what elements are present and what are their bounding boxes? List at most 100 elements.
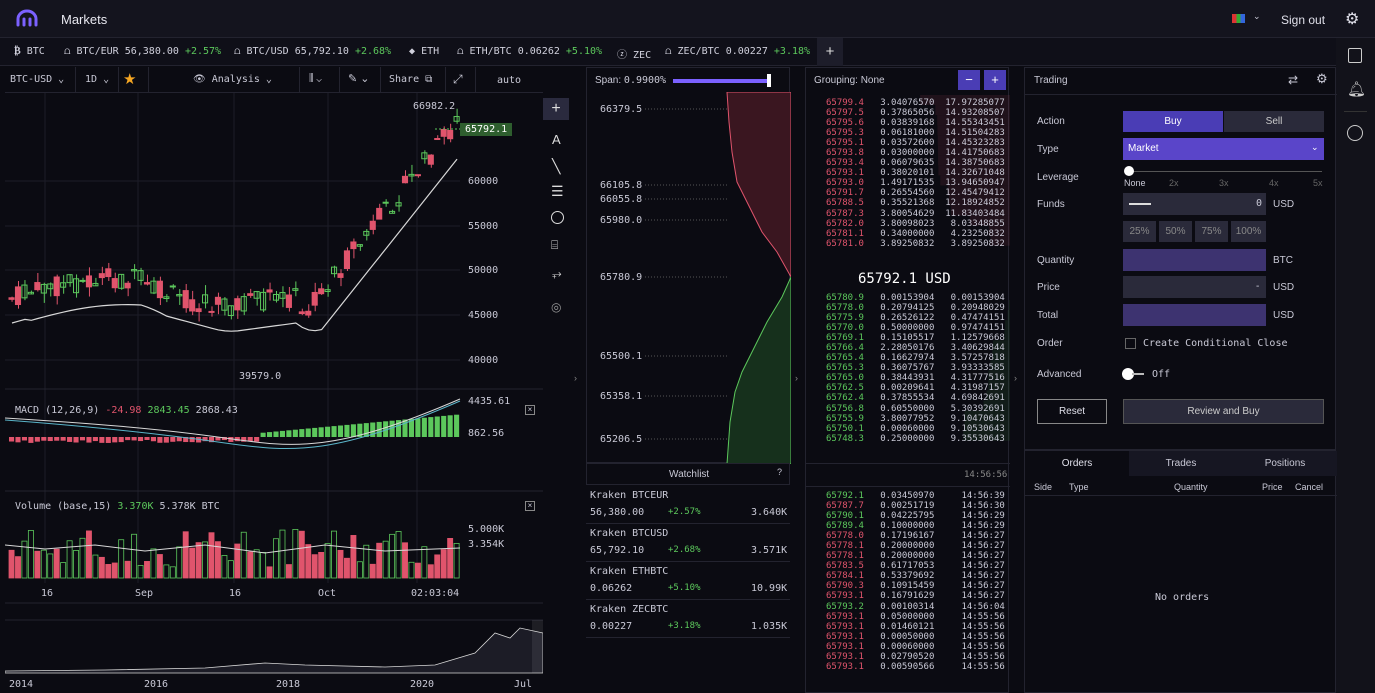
swap-icon[interactable]: ⇄ <box>1288 73 1298 87</box>
flag-icon[interactable] <box>1232 14 1245 23</box>
book-row[interactable]: 65795.3 0.06181000 14.51504283 <box>826 128 1005 138</box>
span-slider[interactable] <box>673 79 769 83</box>
auto-button[interactable]: auto <box>497 75 521 86</box>
book-row[interactable]: 65787.7 0.00251719 14:56:30 <box>826 501 1005 511</box>
decrease-grouping-button[interactable]: − <box>958 70 980 90</box>
pencil-icon[interactable]: ✎ ⌄ <box>348 72 370 85</box>
collapse-arrow-icon[interactable]: › <box>574 373 577 383</box>
book-row[interactable]: 65791.7 0.26554560 12.45479412 <box>826 188 1005 198</box>
watchlist-item[interactable]: Kraken BTCUSD 65,792.10 +2.68% 3.571K <box>586 524 790 562</box>
funds-slider-bar[interactable] <box>1129 203 1151 205</box>
chart-type-icon[interactable]: ⫼ ⌄ <box>309 73 322 84</box>
analysis-button[interactable]: 👁︎ Analysis ⌄ <box>193 74 272 85</box>
magnet-tool-icon[interactable]: ⥅ <box>552 266 562 281</box>
book-row[interactable]: 65784.1 0.53379692 14:56:27 <box>826 571 1005 581</box>
tab-orders[interactable]: Orders <box>1025 451 1129 476</box>
conditional-checkbox[interactable] <box>1125 338 1136 349</box>
book-row[interactable]: 65762.4 0.37855534 4.69842691 <box>826 393 1005 403</box>
book-row[interactable]: 65797.5 0.37865056 14.93208507 <box>826 108 1005 118</box>
ticker-btc-usd[interactable]: ⩍ BTC/USD 65,792.10 +2.68% <box>234 46 391 57</box>
total-field[interactable] <box>1123 304 1266 326</box>
price-chart[interactable] <box>5 93 543 693</box>
news-icon[interactable] <box>1348 48 1362 63</box>
book-row[interactable]: 65799.4 3.04076570 17.97285077 <box>826 98 1005 108</box>
tab-positions[interactable]: Positions <box>1233 451 1337 476</box>
ticker-zec-btc[interactable]: ⩍ ZEC/BTC 0.00227 +3.18% <box>665 46 810 57</box>
book-row[interactable]: 65748.3 0.25000000 9.35530643 <box>826 434 1005 444</box>
funds-field[interactable]: 0 <box>1123 193 1266 215</box>
book-row[interactable]: 65766.4 2.28050176 3.40629844 <box>826 343 1005 353</box>
book-row[interactable]: 65793.4 0.06079635 14.38750683 <box>826 158 1005 168</box>
compass-icon[interactable] <box>1347 125 1363 141</box>
chevron-down-icon[interactable]: ⌄ <box>1253 11 1261 22</box>
watchlist-item[interactable]: Kraken ETHBTC 0.06262 +5.10% 10.99K <box>586 562 790 600</box>
ticker-eth-btc[interactable]: ⩍ ETH/BTC 0.06262 +5.10% <box>457 46 602 57</box>
book-row[interactable]: 65762.5 0.00209641 4.31987157 <box>826 383 1005 393</box>
ticker-btc-eur[interactable]: ⩍ BTC/EUR 56,380.00 +2.57% <box>64 46 221 57</box>
visibility-icon[interactable]: ◎ <box>551 300 561 314</box>
watchlist-item[interactable]: Kraken ZECBTC 0.00227 +3.18% 1.035K <box>586 600 790 638</box>
book-row[interactable]: 65793.1 0.00590566 14:55:56 <box>826 662 1005 672</box>
book-row[interactable]: 65765.4 0.16627974 3.57257818 <box>826 353 1005 363</box>
ticker-btc[interactable]: ₿ BTC <box>14 46 45 57</box>
book-row[interactable]: 65793.1 0.00060000 14:55:56 <box>826 642 1005 652</box>
circle-tool-icon[interactable] <box>551 211 564 224</box>
book-row[interactable]: 65778.1 0.20000000 14:56:27 <box>826 551 1005 561</box>
line-tool-icon[interactable]: ╲ <box>552 158 560 175</box>
book-row[interactable]: 65795.6 0.03839168 14.55343451 <box>826 118 1005 128</box>
book-row[interactable]: 65792.1 0.03450970 14:56:39 <box>826 491 1005 501</box>
book-row[interactable]: 65790.3 0.10915459 14:56:27 <box>826 581 1005 591</box>
watchlist-item[interactable]: Kraken BTCEUR 56,380.00 +2.57% 3.640K <box>586 486 790 524</box>
type-select[interactable]: Market ⌄ <box>1123 138 1324 160</box>
span-slider-handle[interactable] <box>767 74 771 87</box>
book-row[interactable]: 65775.9 0.26526122 0.47474151 <box>826 313 1005 323</box>
book-row[interactable]: 65793.0 1.49171535 13.94650947 <box>826 178 1005 188</box>
book-row[interactable]: 65793.8 0.03000000 14.41750683 <box>826 148 1005 158</box>
crosshair-tool-icon[interactable]: + <box>543 98 569 120</box>
book-row[interactable]: 65756.8 0.60550000 5.30392691 <box>826 404 1005 414</box>
book-row[interactable]: 65782.0 3.80098023 8.03348855 <box>826 219 1005 229</box>
add-ticker-button[interactable]: + <box>817 38 843 66</box>
bell-icon[interactable]: 🔔︎ <box>1347 80 1366 98</box>
book-row[interactable]: 65750.1 0.00060000 9.10530643 <box>826 424 1005 434</box>
book-row[interactable]: 65793.1 0.01460121 14:55:56 <box>826 622 1005 632</box>
overview-window[interactable] <box>532 620 543 673</box>
text-tool-icon[interactable]: A <box>552 132 561 147</box>
book-row[interactable]: 65783.5 0.61717053 14:56:27 <box>826 561 1005 571</box>
leverage-handle[interactable] <box>1124 166 1134 176</box>
book-row[interactable]: 65778.0 0.20794125 0.20948029 <box>826 303 1005 313</box>
buy-button[interactable]: Buy <box>1123 111 1223 132</box>
depth-chart[interactable] <box>587 92 791 464</box>
book-row[interactable]: 65795.1 0.03572600 14.45323283 <box>826 138 1005 148</box>
book-row[interactable]: 65769.1 0.15105517 1.12579668 <box>826 333 1005 343</box>
advanced-toggle[interactable] <box>1122 368 1146 380</box>
interval-select[interactable]: 1D ⌄ <box>85 74 109 85</box>
book-row[interactable]: 65770.0 0.50000000 0.97474151 <box>826 323 1005 333</box>
book-row[interactable]: 65793.2 0.00100314 14:56:04 <box>826 602 1005 612</box>
help-icon[interactable]: ? <box>777 467 782 477</box>
share-button[interactable]: Share ⧉ <box>389 74 432 85</box>
price-field[interactable]: - <box>1123 276 1266 298</box>
fib-tool-icon[interactable]: ☰ <box>551 183 564 200</box>
pct-100-button[interactable]: 100% <box>1231 221 1266 242</box>
collapse-arrow-icon[interactable]: › <box>795 373 798 383</box>
review-and-buy-button[interactable]: Review and Buy <box>1123 399 1324 424</box>
book-row[interactable]: 65778.1 0.20000000 14:56:27 <box>826 541 1005 551</box>
expand-icon[interactable]: ⤢ <box>453 72 463 87</box>
pct-25-button[interactable]: 25% <box>1123 221 1156 242</box>
ticker-eth[interactable]: ◆ ETH <box>409 46 439 57</box>
book-row[interactable]: 65781.1 0.34000000 4.23250832 <box>826 229 1005 239</box>
book-row[interactable]: 65765.0 0.38443931 4.31777516 <box>826 373 1005 383</box>
book-row[interactable]: 65788.5 0.35521368 12.18924852 <box>826 198 1005 208</box>
star-icon[interactable]: ★ <box>123 70 136 88</box>
book-row[interactable]: 65778.0 0.17196167 14:56:27 <box>826 531 1005 541</box>
book-row[interactable]: 65789.4 0.10000000 14:56:29 <box>826 521 1005 531</box>
sell-button[interactable]: Sell <box>1224 111 1324 132</box>
book-row[interactable]: 65793.1 0.16791629 14:56:27 <box>826 591 1005 601</box>
gear-icon[interactable]: ⚙ <box>1345 9 1359 29</box>
book-row[interactable]: 65755.9 3.80077952 9.10470643 <box>826 414 1005 424</box>
leverage-slider[interactable] <box>1128 171 1322 172</box>
sign-out-link[interactable]: Sign out <box>1281 13 1325 27</box>
pair-select[interactable]: BTC-USD ⌄ <box>10 74 64 85</box>
increase-grouping-button[interactable]: + <box>984 70 1006 90</box>
